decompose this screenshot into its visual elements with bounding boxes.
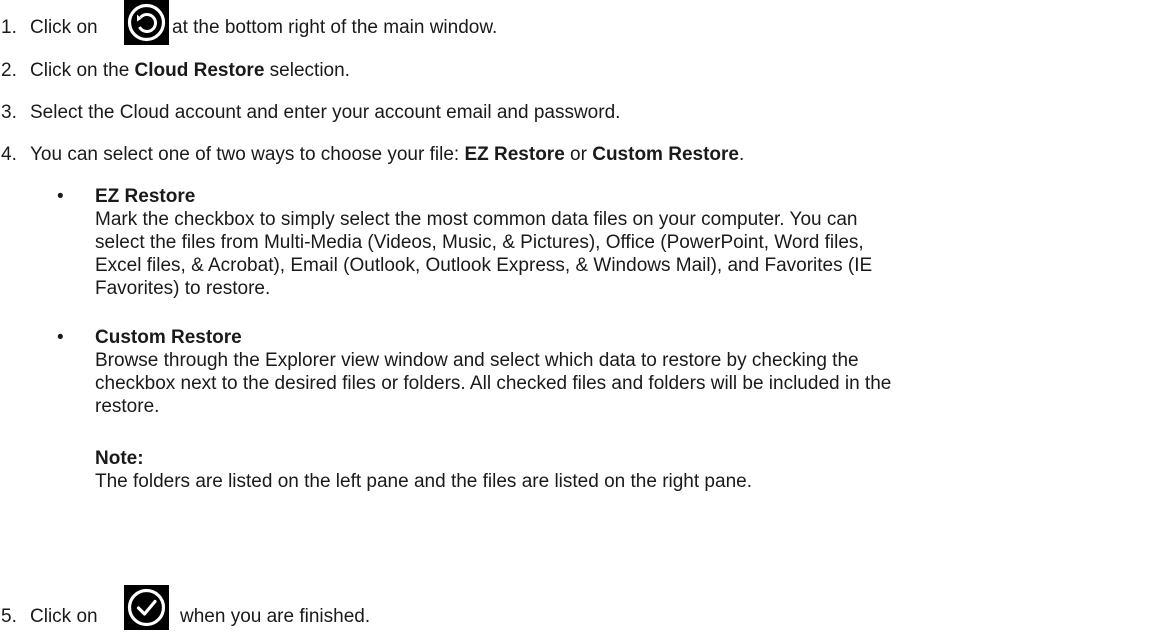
option-title: Custom Restore	[95, 327, 242, 348]
check-icon	[124, 585, 169, 630]
ez-restore-label: EZ Restore	[464, 144, 565, 165]
cloud-restore-label: Cloud Restore	[134, 60, 265, 81]
step-text: at the bottom right of the main window.	[172, 17, 498, 38]
option-custom-restore: • Custom Restore Browse through the Expl…	[0, 326, 1160, 426]
step-5: 5. Click on when you are finished.	[0, 585, 1160, 633]
note-title: Note:	[95, 448, 144, 469]
option-ez-restore: • EZ Restore Mark the checkbox to simply…	[0, 185, 1160, 305]
step-2: 2. Click on the Cloud Restore selection.	[0, 59, 1160, 83]
option-title: EZ Restore	[95, 186, 196, 207]
step-text: Select the Cloud account and enter your …	[30, 102, 621, 123]
step-4: 4. You can select one of two ways to cho…	[0, 143, 1160, 167]
step-3: 3. Select the Cloud account and enter yo…	[0, 101, 1160, 125]
bullet: •	[57, 327, 64, 348]
option-description: Mark the checkbox to simply select the m…	[95, 209, 873, 299]
step-text: Click on	[30, 606, 98, 627]
custom-restore-label: Custom Restore	[592, 144, 739, 165]
note-text: The folders are listed on the left pane …	[95, 471, 752, 492]
step-text: You can select one of two ways to choose…	[30, 144, 745, 165]
option-description: Browse through the Explorer view window …	[95, 350, 892, 417]
restore-icon	[124, 0, 169, 45]
step-text: when you are finished.	[180, 606, 371, 627]
step-1: 1. Click on at the bottom right of the m…	[0, 0, 1160, 50]
bullet: •	[57, 186, 64, 207]
step-text: Click on the Cloud Restore selection.	[30, 60, 350, 81]
note: Note: The folders are listed on the left…	[0, 447, 1160, 497]
step-text: Click on	[30, 17, 98, 38]
